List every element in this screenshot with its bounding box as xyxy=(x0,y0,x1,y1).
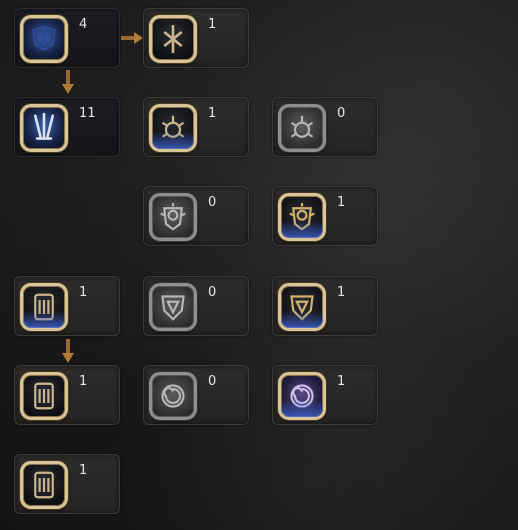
crest-shield-icon xyxy=(149,283,197,331)
tablet-icon xyxy=(20,372,68,420)
skill-slot-n6[interactable]: 0 xyxy=(143,186,249,246)
arrow-down-icon xyxy=(62,339,74,363)
skill-slot-n14[interactable]: 1 xyxy=(14,454,120,514)
skill-slot-n3[interactable]: 11 xyxy=(14,97,120,157)
skill-slot-n11[interactable]: 1 xyxy=(14,365,120,425)
skill-points: 0 xyxy=(208,374,217,389)
tablet-icon xyxy=(20,283,68,331)
skill-points: 1 xyxy=(79,285,88,300)
skill-points: 1 xyxy=(208,106,217,121)
skill-slot-n1[interactable]: 4 xyxy=(14,8,120,68)
tablet-icon xyxy=(20,461,68,509)
skill-slot-n13[interactable]: 1 xyxy=(272,365,378,425)
skill-points: 0 xyxy=(208,195,217,210)
seal-glyph-icon xyxy=(20,15,68,63)
skill-slot-n5[interactable]: 0 xyxy=(272,97,378,157)
skill-points: 0 xyxy=(337,106,346,121)
sun-shield-icon xyxy=(149,193,197,241)
bug-emblem-icon xyxy=(149,104,197,152)
skill-points: 4 xyxy=(79,17,88,32)
skill-points: 0 xyxy=(208,285,217,300)
background-texture xyxy=(0,0,518,530)
skill-points: 1 xyxy=(208,17,217,32)
skill-points: 1 xyxy=(79,463,88,478)
bug-emblem-icon xyxy=(278,104,326,152)
sun-shield-icon xyxy=(278,193,326,241)
skill-slot-n8[interactable]: 1 xyxy=(14,276,120,336)
spiral-emblem-icon xyxy=(278,372,326,420)
arrow-down-icon xyxy=(62,70,74,94)
skill-slot-n4[interactable]: 1 xyxy=(143,97,249,157)
skill-slot-n12[interactable]: 0 xyxy=(143,365,249,425)
skill-points: 1 xyxy=(79,374,88,389)
rune-glyph-icon xyxy=(149,15,197,63)
spiral-emblem-icon xyxy=(149,372,197,420)
skill-points: 1 xyxy=(337,285,346,300)
skill-points: 1 xyxy=(337,195,346,210)
skill-points: 1 xyxy=(337,374,346,389)
arrow-right-icon xyxy=(121,32,143,44)
skill-slot-n10[interactable]: 1 xyxy=(272,276,378,336)
skill-slot-n7[interactable]: 1 xyxy=(272,186,378,246)
skill-points: 11 xyxy=(79,106,96,121)
skill-slot-n9[interactable]: 0 xyxy=(143,276,249,336)
claw-glyph-icon xyxy=(20,104,68,152)
crest-shield-icon xyxy=(278,283,326,331)
skill-slot-n2[interactable]: 1 xyxy=(143,8,249,68)
